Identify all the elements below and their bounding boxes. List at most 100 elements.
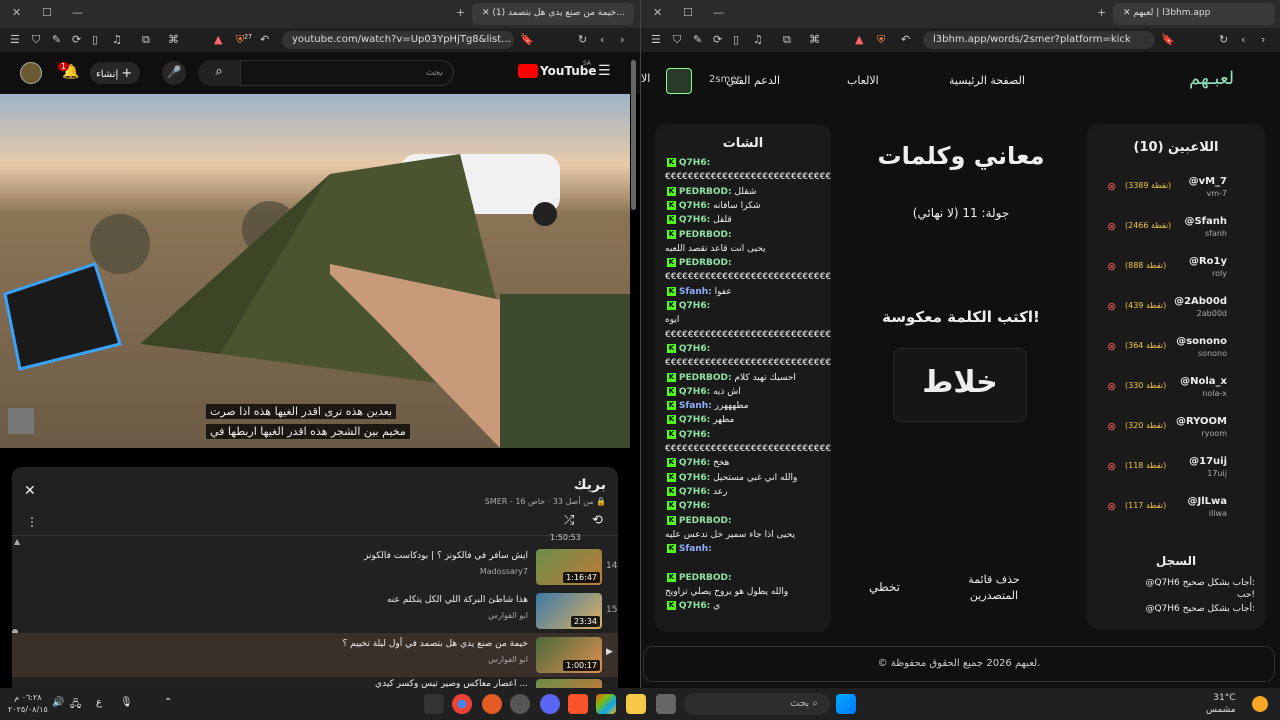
extensions-icon[interactable]: ✎ [52, 33, 61, 46]
address-bar[interactable]: l3bhm.app/words/2smer?platform=kick [923, 31, 1155, 49]
create-button[interactable]: إنشاء + [90, 62, 140, 84]
epic-games-icon[interactable] [424, 694, 444, 714]
shuffle-icon[interactable]: ⤮ [564, 513, 574, 528]
shield-icon[interactable]: ⛉ [32, 33, 40, 47]
forward-icon[interactable]: › [1261, 33, 1265, 46]
sidebar-icon[interactable]: ▯ [733, 33, 739, 46]
shield-icon[interactable]: ⛉ [673, 33, 681, 47]
chat-username[interactable]: Q7H6: [679, 201, 710, 211]
nav-item-games[interactable]: الالعاب [847, 74, 879, 87]
chat-username[interactable]: Q7H6: [679, 387, 710, 397]
start-icon[interactable] [836, 694, 856, 714]
new-tab-icon[interactable]: + [1097, 6, 1106, 19]
playlist-title[interactable]: بريك [574, 477, 606, 493]
store-icon[interactable] [596, 694, 616, 714]
maximize-window-icon[interactable]: ☐ [683, 6, 693, 19]
reload-icon[interactable]: ↻ [578, 33, 587, 46]
nav-item-support[interactable]: الدعم الفني [726, 74, 780, 87]
remove-player-icon[interactable]: ⊗ [1107, 300, 1116, 313]
loop-icon[interactable]: ⟲ [592, 513, 603, 528]
brave-rewards-icon[interactable]: ▲ [855, 33, 863, 46]
site-logo[interactable]: لعبـهم [1189, 68, 1234, 89]
remove-player-icon[interactable]: ⊗ [1107, 460, 1116, 473]
tab-close-icon[interactable]: ✕ [1123, 8, 1133, 18]
clear-leaderboard-button[interactable]: حذف قائمة المتصدرين [959, 572, 1029, 604]
task-view-icon[interactable] [656, 694, 676, 714]
music-icon[interactable]: ♫ [753, 33, 763, 46]
share-icon[interactable]: ↶ [901, 33, 910, 46]
remove-player-icon[interactable]: ⊗ [1107, 260, 1116, 273]
player-row[interactable]: ⊗ (888 نقطة) @Ro1y roly [1087, 248, 1265, 288]
player-row[interactable]: ⊗ (117 نقطة) @JlLwa illwa [1087, 488, 1265, 528]
new-tab-icon[interactable]: + [456, 6, 465, 19]
chat-username[interactable]: Q7H6: [679, 601, 710, 611]
skip-button[interactable]: تخطي [869, 580, 900, 594]
extensions-icon[interactable]: ✎ [693, 33, 702, 46]
chat-username[interactable]: Q7H6: [679, 158, 710, 168]
chat-username[interactable]: Q7H6: [679, 215, 710, 225]
remove-player-icon[interactable]: ⊗ [1107, 500, 1116, 513]
discord-icon[interactable] [540, 694, 560, 714]
minimize-window-icon[interactable]: — [713, 6, 724, 19]
chat-username[interactable]: PEDRBOD: [679, 573, 732, 583]
address-bar[interactable]: youtube.com/watch?v=Up03YpHjTg8&list... [282, 31, 514, 49]
hamburger-menu-icon[interactable]: ☰ [598, 63, 611, 79]
video-thumbnail[interactable] [536, 679, 602, 688]
player-row[interactable]: ⊗ (3389 نقطة) @vM_7 vm-7 [1087, 168, 1265, 208]
chat-username[interactable]: Q7H6: [679, 415, 710, 425]
chrome-icon[interactable] [452, 694, 472, 714]
scroll-up-icon[interactable]: ▲ [14, 537, 20, 546]
playlist-item[interactable]: 14 1:16:47 ايش سافر في فالكونز ؟ | بودكا… [12, 547, 618, 587]
taskbar-search[interactable]: بحث ⌕ [684, 693, 830, 715]
avatar[interactable] [20, 62, 42, 84]
brave-icon[interactable] [568, 694, 588, 714]
video-thumbnail[interactable]: 1:00:17 [536, 637, 602, 673]
chat-username[interactable]: Q7H6: [679, 344, 710, 354]
reload-icon[interactable]: ↻ [1219, 33, 1228, 46]
forward-icon[interactable]: › [620, 33, 624, 46]
remove-player-icon[interactable]: ⊗ [1107, 180, 1116, 193]
playlist-item[interactable]: 15 23:34 هذا شاطئ البركة اللي الكل يتكلم… [12, 591, 618, 631]
music-icon[interactable]: ♫ [112, 33, 122, 46]
nav-item-more[interactable]: الا [641, 72, 650, 85]
chat-username[interactable]: Sfanh: [679, 401, 712, 411]
tab-l3bhm[interactable]: ✕ لعبهم | l3bhm.app [1113, 3, 1275, 25]
volume-icon[interactable]: 🔊 [52, 697, 64, 708]
back-icon[interactable]: ‹ [600, 33, 604, 46]
tab-close-icon[interactable]: ✕ [482, 8, 492, 18]
language-indicator[interactable]: ع [96, 697, 102, 708]
menu-icon[interactable]: ☰ [10, 33, 20, 46]
chat-username[interactable]: Sfanh: [679, 544, 712, 554]
tab-youtube[interactable]: ✕ (1) خيمة من صنع يدي هل بتصمد... [472, 3, 634, 25]
player-row[interactable]: ⊗ (439 نقطة) @2Ab00d 2ab00d [1087, 288, 1265, 328]
chat-username[interactable]: Q7H6: [679, 501, 710, 511]
sidebar-icon[interactable]: ▯ [92, 33, 98, 46]
remove-player-icon[interactable]: ⊗ [1107, 420, 1116, 433]
network-icon[interactable]: 🖧 [70, 697, 81, 714]
explorer-icon[interactable] [626, 694, 646, 714]
brave-shield-icon[interactable]: ⛨27 [236, 33, 252, 47]
bookmark-icon[interactable]: 🔖 [1161, 33, 1175, 46]
steam-icon[interactable] [510, 694, 530, 714]
tray-chevron-icon[interactable]: ⌃ [164, 697, 172, 708]
bookmark-icon[interactable]: 🔖 [520, 33, 534, 46]
menu-icon[interactable]: ☰ [651, 33, 661, 46]
close-playlist-icon[interactable]: ✕ [24, 483, 36, 499]
youtube-logo-icon[interactable] [518, 64, 538, 78]
chat-username[interactable]: PEDRBOD: [679, 258, 732, 268]
player-row[interactable]: ⊗ (320 نقطة) @RYOOM ryoom [1087, 408, 1265, 448]
brush-icon[interactable]: ⟳ [72, 33, 81, 46]
video-thumbnail[interactable]: 1:16:47 [536, 549, 602, 585]
share-icon[interactable]: ↶ [260, 33, 269, 46]
nav-item-home[interactable]: الصفحة الرئيسية [949, 74, 1025, 87]
search-input[interactable]: بحث [240, 60, 454, 86]
remove-player-icon[interactable]: ⊗ [1107, 340, 1116, 353]
chat-username[interactable]: PEDRBOD: [679, 373, 732, 383]
brave-rewards-icon[interactable]: ▲ [214, 33, 222, 46]
player-row[interactable]: ⊗ (2466 نقطة) @Sfanh sfanh [1087, 208, 1265, 248]
brush-icon[interactable]: ⟳ [713, 33, 722, 46]
player-row[interactable]: ⊗ (118 نقطة) @17uij 17uij [1087, 448, 1265, 488]
translate-icon[interactable]: ⌘ [809, 33, 820, 46]
remove-player-icon[interactable]: ⊗ [1107, 380, 1116, 393]
search-icon[interactable]: ⌕ [198, 60, 240, 86]
